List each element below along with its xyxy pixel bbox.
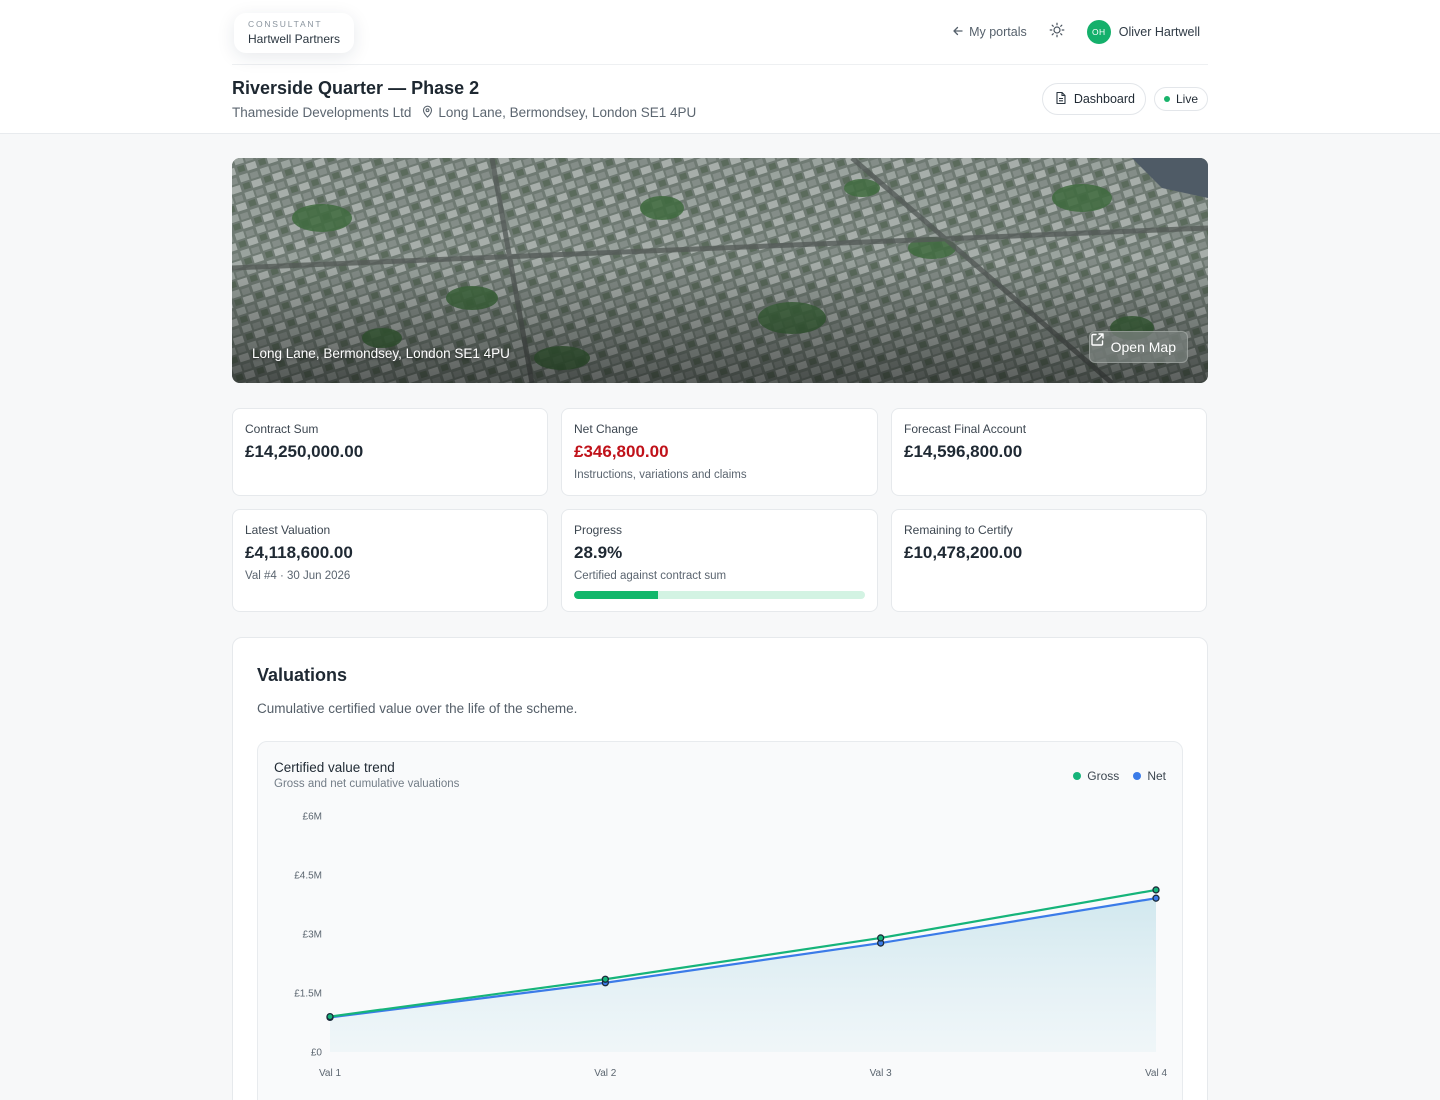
dashboard-button[interactable]: Dashboard: [1041, 83, 1146, 115]
open-map-label: Open Map: [1110, 339, 1176, 355]
card-label: Latest Valuation: [245, 523, 331, 537]
y-tick-label: £0: [311, 1048, 323, 1059]
legend-item-net[interactable]: Net: [1133, 769, 1166, 783]
certified-value-chart: £0 £1.5M £3M £4.5M £6M Val 1 Val 2 Val 3 Val 4 C…: [257, 741, 1183, 1100]
contract-sum-card: Contract Sum £14,250,000.00: [232, 408, 548, 496]
chart-title: Certified value trend: [274, 760, 395, 775]
net-area: [330, 898, 1156, 1052]
user-name: Oliver Hartwell: [1118, 25, 1200, 39]
status-badge: Live: [1153, 87, 1208, 111]
section-description: Cumulative certified value over the life…: [257, 701, 578, 716]
card-subtext: Certified against contract sum: [574, 570, 727, 582]
y-tick-label: £4.5M: [294, 871, 322, 882]
gross-data-point: [1152, 886, 1160, 894]
map-pin-icon: [421, 105, 434, 121]
my-portals-label: My portals: [969, 25, 1027, 39]
project-header: Riverside Quarter — Phase 2 Thameside De…: [232, 65, 1208, 133]
page-title: Riverside Quarter — Phase 2: [232, 77, 480, 98]
document-icon: [1054, 91, 1068, 108]
card-value: £10,478,200.00: [904, 543, 1023, 562]
net-data-point: [1152, 894, 1160, 902]
y-tick-label: £1.5M: [294, 989, 322, 1000]
open-map-button[interactable]: Open Map: [1088, 331, 1188, 363]
progress-card: Progress 28.9% Certified against contrac…: [561, 509, 878, 612]
card-value: £4,118,600.00: [245, 543, 353, 562]
card-label: Net Change: [574, 422, 639, 436]
dashboard-label: Dashboard: [1073, 92, 1135, 106]
card-label: Contract Sum: [245, 422, 319, 436]
legend-item-gross[interactable]: Gross: [1073, 769, 1119, 783]
theme-toggle-button[interactable]: [1049, 22, 1065, 43]
brand-name: Hartwell Partners: [248, 32, 341, 46]
x-tick-label: Val 1: [319, 1068, 341, 1079]
x-tick-label: Val 4: [1145, 1068, 1167, 1079]
y-tick-label: £6M: [303, 812, 322, 823]
x-tick-label: Val 2: [594, 1068, 616, 1079]
client-name: Thameside Developments Ltd: [232, 105, 412, 120]
latest-valuation-card: Latest Valuation £4,118,600.00 Val #4 · …: [232, 509, 548, 612]
progress-bar-fill: [574, 591, 659, 599]
user-menu[interactable]: OH Oliver Hartwell: [1086, 20, 1200, 44]
arrow-left-icon: [952, 25, 964, 40]
gross-data-point: [326, 1012, 334, 1021]
live-dot-icon: [1163, 96, 1170, 102]
status-label: Live: [1175, 92, 1198, 106]
site-map-preview: Long Lane, Bermondsey, London SE1 4PU Op…: [232, 158, 1208, 383]
card-value: £14,250,000.00: [245, 442, 364, 461]
forecast-final-account-card: Forecast Final Account £14,596,800.00: [891, 408, 1207, 496]
map-caption: Long Lane, Bermondsey, London SE1 4PU: [252, 346, 510, 361]
top-header: CONSULTANT Hartwell Partners My portals: [0, 0, 1440, 134]
legend-label: Gross: [1087, 769, 1120, 783]
chart-canvas: £0 £1.5M £3M £4.5M £6M Val 1 Val 2 Val 3 Val 4: [294, 812, 1167, 1080]
legend-dot-icon: [1133, 772, 1142, 780]
card-subtext: Val #4 · 30 Jun 2026: [245, 570, 351, 582]
card-value: £346,800.00: [574, 442, 669, 461]
card-value: 28.9%: [574, 543, 623, 562]
sun-icon: [1049, 22, 1065, 43]
x-tick-label: Val 3: [870, 1068, 892, 1079]
legend-label: Net: [1147, 769, 1166, 783]
navbar: CONSULTANT Hartwell Partners My portals: [232, 0, 1208, 65]
summary-cards: Contract Sum £14,250,000.00 Net Change £…: [232, 408, 1208, 612]
card-label: Remaining to Certify: [904, 523, 1013, 537]
card-label: Forecast Final Account: [904, 422, 1027, 436]
card-subtext: Instructions, variations and claims: [574, 469, 747, 481]
chart-legend: Gross Net: [1073, 769, 1166, 783]
card-value: £14,596,800.00: [904, 442, 1023, 461]
progress-bar: [574, 591, 865, 599]
y-tick-label: £3M: [303, 930, 322, 941]
remaining-to-certify-card: Remaining to Certify £10,478,200.00: [891, 509, 1207, 612]
avatar: OH: [1086, 20, 1111, 44]
section-title: Valuations: [257, 665, 348, 685]
consultant-brand[interactable]: CONSULTANT Hartwell Partners: [234, 13, 355, 53]
my-portals-link[interactable]: My portals: [952, 25, 1027, 40]
valuations-panel: Valuations Cumulative certified value ov…: [232, 637, 1208, 1100]
card-label: Progress: [574, 523, 623, 537]
net-change-card: Net Change £346,800.00 Instructions, var…: [561, 408, 878, 496]
brand-kicker: CONSULTANT: [248, 19, 323, 29]
chart-subtitle: Gross and net cumulative valuations: [274, 778, 460, 790]
gross-data-point: [877, 934, 885, 942]
legend-dot-icon: [1073, 772, 1082, 780]
project-address: Long Lane, Bermondsey, London SE1 4PU: [438, 105, 697, 120]
gross-data-point: [601, 975, 609, 983]
